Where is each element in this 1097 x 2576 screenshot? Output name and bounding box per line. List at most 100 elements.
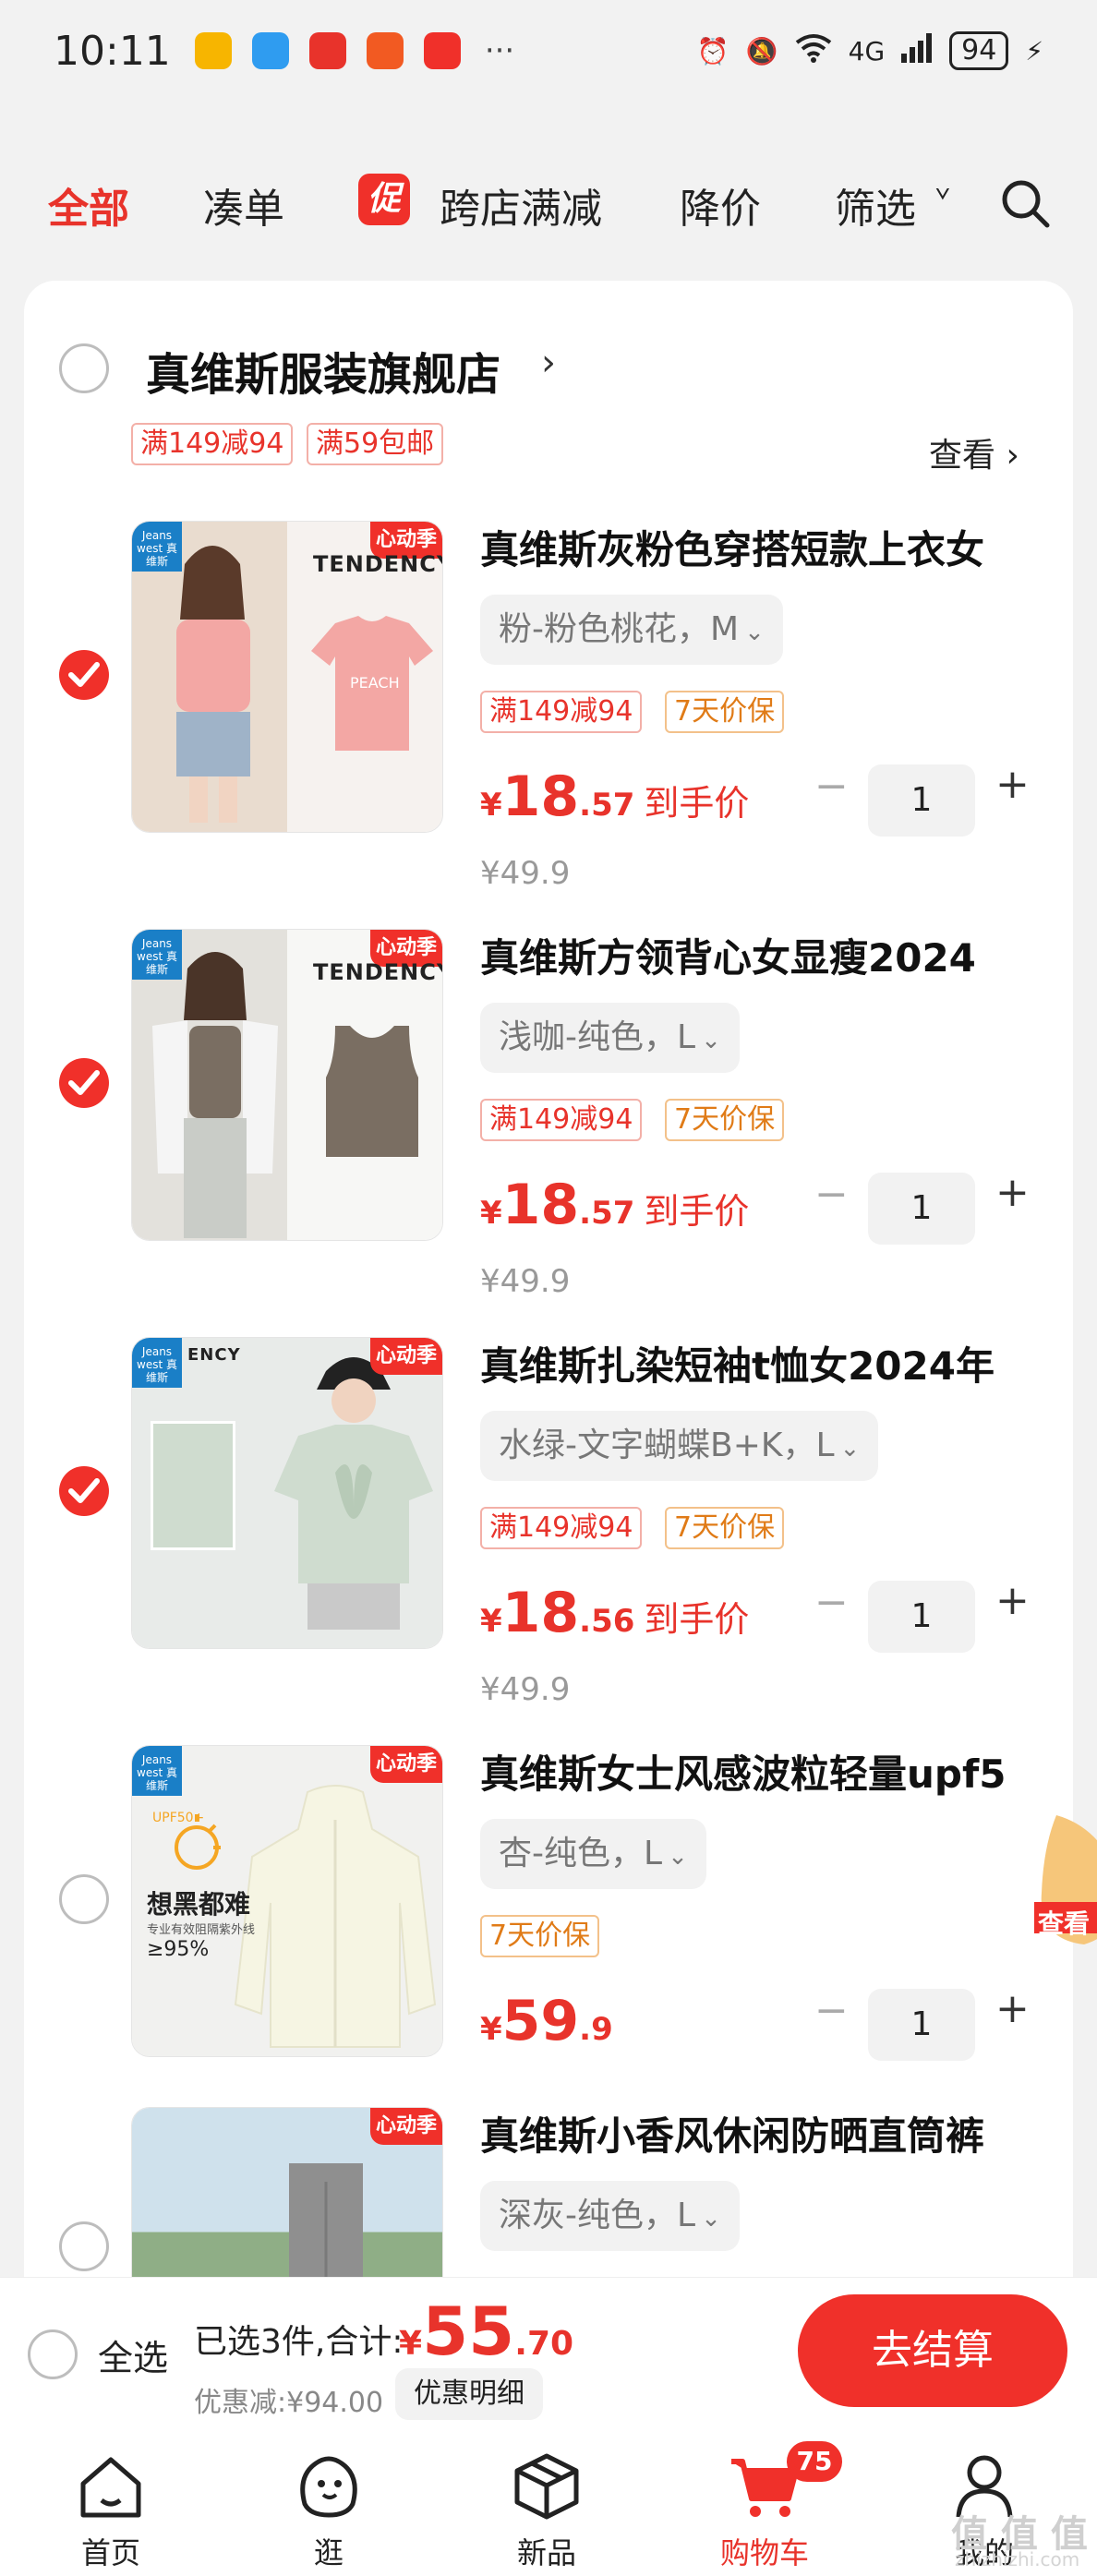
- increase-quantity-button[interactable]: +: [995, 761, 1030, 808]
- brand-logo: Jeans west 真维斯: [132, 1338, 182, 1388]
- sku-label: 浅咖-纯色，L: [499, 1018, 696, 1056]
- campaign-badge: 心动季: [370, 1746, 442, 1783]
- item-tag-discount: 满149减94: [480, 691, 643, 733]
- checkout-bar: 全选 已选3件,合计: ¥55.70 优惠减:¥94.00 优惠明细 去结算: [0, 2277, 1097, 2432]
- shop-name[interactable]: 真维斯服装旗舰店: [146, 338, 500, 403]
- promo-sub: 专业有效阻隔紫外线: [147, 1923, 256, 1937]
- bottom-nav: 首页 逛 新品 75 购物车 我的 值 值 值 zhizhizhi.com: [0, 2432, 1097, 2576]
- increase-quantity-button[interactable]: +: [995, 1577, 1030, 1624]
- quantity-input[interactable]: 1: [868, 764, 975, 837]
- status-bar: 10:11 ··· ⏰ 🔕 4G 94 ⚡: [0, 0, 1097, 102]
- final-price: ¥18.57 到手价: [480, 1173, 750, 1237]
- tab-price-drop[interactable]: 降价: [680, 175, 761, 235]
- chevron-down-icon: ⌄: [701, 2205, 721, 2233]
- promo-app-icon: [423, 32, 461, 69]
- item-select-radio[interactable]: [59, 1874, 109, 1924]
- chevron-down-icon: ⌄: [839, 1435, 861, 1463]
- nav-home[interactable]: 首页: [18, 2432, 203, 2576]
- decrease-quantity-button[interactable]: −: [814, 1579, 849, 1626]
- stroll-icon: [300, 2456, 357, 2518]
- product-image[interactable]: UPF50+ 想黑都难 专业有效阻隔紫外线 ≥95% Jeans west 真维…: [131, 1745, 443, 2057]
- sku-selector[interactable]: 粉-粉色桃花，M ⌄: [480, 595, 783, 665]
- item-tag-price-protect: 7天价保: [480, 1915, 600, 1957]
- mute-icon: 🔕: [745, 35, 778, 66]
- view-coupon-link[interactable]: 查看 ›: [929, 428, 1019, 476]
- shop-select-radio[interactable]: [59, 343, 109, 393]
- original-price: ¥49.9: [480, 1263, 571, 1300]
- item-tag-price-protect: 7天价保: [665, 1099, 785, 1141]
- weibo-app-icon: [194, 32, 232, 69]
- charging-icon: ⚡: [1025, 35, 1043, 66]
- banner-text: TENDENCY: [313, 959, 443, 985]
- product-image[interactable]: Jeans west 真维斯 心动季 TENDENCY: [131, 929, 443, 1241]
- nav-cart[interactable]: 75 购物车: [672, 2432, 857, 2576]
- upf-label: UPF50+: [152, 1811, 205, 1825]
- sku-label: 水绿-文字蝴蝶B+K，L: [499, 1426, 835, 1464]
- decrease-quantity-button[interactable]: −: [814, 763, 849, 810]
- discount-detail-button[interactable]: 优惠明细: [395, 2368, 543, 2420]
- chevron-down-icon: ⌄: [668, 1843, 688, 1871]
- select-all-label[interactable]: 全选: [98, 2329, 168, 2380]
- product-image[interactable]: PEACH Jeans west 真维斯 心动季 TENDENCY: [131, 521, 443, 833]
- decrease-quantity-button[interactable]: −: [814, 1171, 849, 1218]
- decrease-quantity-button[interactable]: −: [814, 1987, 849, 2034]
- product-title[interactable]: 真维斯小香风休闲防晒直筒裤: [480, 2105, 1053, 2161]
- shop-arrow-icon[interactable]: ›: [541, 342, 556, 384]
- brand-logo: Jeans west 真维斯: [132, 930, 182, 980]
- banner-text: TENDENCY: [313, 551, 443, 577]
- product-title[interactable]: 真维斯方领背心女显瘦2024: [480, 927, 1053, 983]
- sku-selector[interactable]: 浅咖-纯色，L ⌄: [480, 1003, 740, 1073]
- floating-view-badge[interactable]: 查看: [1029, 1810, 1097, 1948]
- increase-quantity-button[interactable]: +: [995, 1169, 1030, 1216]
- item-tag-price-protect: 7天价保: [665, 691, 785, 733]
- product-title[interactable]: 真维斯灰粉色穿搭短款上衣女: [480, 519, 1053, 575]
- shop-tag-discount: 满149减94: [131, 423, 294, 465]
- item-select-radio[interactable]: [59, 650, 109, 700]
- filter-more-icon[interactable]: ᘁ: [934, 183, 951, 220]
- checkout-button[interactable]: 去结算: [798, 2294, 1067, 2407]
- more-notifications-icon: ···: [484, 32, 515, 69]
- nav-cart-label: 购物车: [719, 2535, 809, 2570]
- quantity-input[interactable]: 1: [868, 1581, 975, 1653]
- tab-all[interactable]: 全部: [48, 175, 129, 235]
- nav-stroll[interactable]: 逛: [236, 2432, 421, 2576]
- select-all-radio[interactable]: [28, 2329, 78, 2379]
- quantity-input[interactable]: 1: [868, 1173, 975, 1245]
- cart-item: Jeans west 真维斯 心动季 ENCY 真维斯扎染短袖t恤女2024年 …: [24, 1337, 1073, 1743]
- product-title[interactable]: 真维斯女士风感波粒轻量upf5: [480, 1743, 1053, 1800]
- final-price: ¥59.9: [480, 1989, 613, 2053]
- increase-quantity-button[interactable]: +: [995, 1985, 1030, 2032]
- campaign-badge: 心动季: [370, 1338, 442, 1375]
- final-price: ¥18.57 到手价: [480, 764, 750, 829]
- product-image[interactable]: Jeans west 真维斯 心动季 ENCY: [131, 1337, 443, 1649]
- filter-tabs: 全部 凑单 促 跨店满减 降价 筛选 ᘁ: [0, 166, 1097, 240]
- chevron-down-icon: ⌄: [701, 1027, 721, 1054]
- tab-cross-store-discount[interactable]: 跨店满减: [440, 175, 602, 235]
- product-title[interactable]: 真维斯扎染短袖t恤女2024年: [480, 1335, 1053, 1391]
- wifi-icon: [795, 33, 832, 69]
- item-tag-discount: 满149减94: [480, 1507, 643, 1549]
- campaign-badge: 心动季: [370, 2108, 442, 2145]
- final-price: ¥18.56 到手价: [480, 1581, 750, 1645]
- sku-label: 杏-纯色，L: [499, 1835, 663, 1872]
- chevron-down-icon: ⌄: [744, 619, 765, 646]
- sku-selector[interactable]: 杏-纯色，L ⌄: [480, 1819, 706, 1889]
- sku-label: 深灰-纯色，L: [499, 2197, 696, 2234]
- cart-item: UPF50+ 想黑都难 专业有效阻隔紫外线 ≥95% Jeans west 真维…: [24, 1745, 1073, 2151]
- sku-selector[interactable]: 深灰-纯色，L ⌄: [480, 2181, 740, 2251]
- item-select-radio[interactable]: [59, 2221, 109, 2271]
- item-select-radio[interactable]: [59, 1466, 109, 1516]
- tab-add-on[interactable]: 凑单: [203, 175, 284, 235]
- banner-text: ENCY: [187, 1345, 241, 1365]
- sku-selector[interactable]: 水绿-文字蝴蝶B+K，L ⌄: [480, 1411, 879, 1481]
- item-select-radio[interactable]: [59, 1058, 109, 1108]
- original-price: ¥49.9: [480, 1671, 571, 1708]
- watermark-sub: zhizhizhi.com: [955, 2548, 1080, 2570]
- brand-logo: Jeans west 真维斯: [132, 522, 182, 572]
- promo-pct: ≥95%: [147, 1938, 210, 1961]
- search-icon[interactable]: [999, 177, 1051, 229]
- total-price: ¥55.70: [399, 2293, 574, 2370]
- quantity-input[interactable]: 1: [868, 1989, 975, 2061]
- tab-filter[interactable]: 筛选: [835, 175, 916, 235]
- nav-new[interactable]: 新品: [454, 2432, 639, 2576]
